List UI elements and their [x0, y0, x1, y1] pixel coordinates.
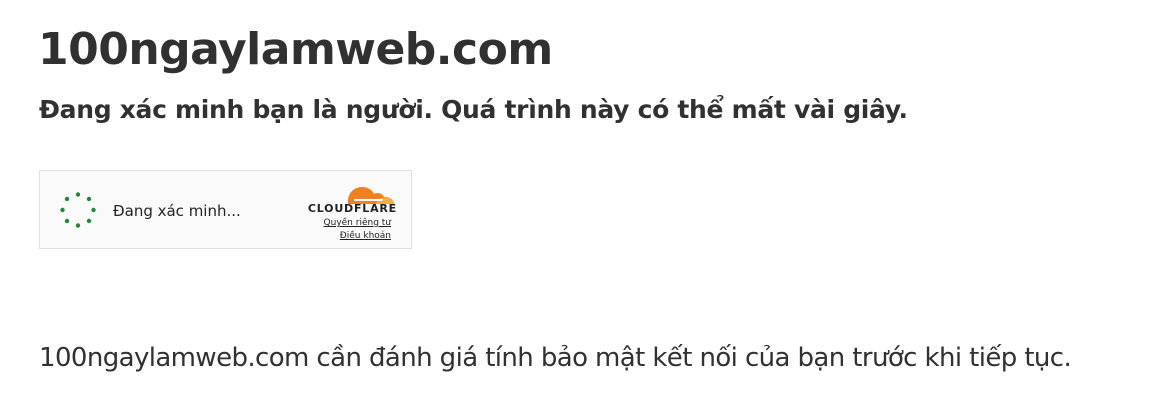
security-notice: 100ngaylamweb.com cần đánh giá tính bảo … — [39, 343, 1072, 373]
terms-link[interactable]: Điều khoản — [340, 231, 391, 242]
page-title: 100ngaylamweb.com — [38, 24, 553, 75]
verification-status-text: Đang xác minh... — [113, 202, 241, 220]
page-subtitle: Đang xác minh bạn là người. Quá trình nà… — [39, 95, 908, 124]
loading-spinner-icon — [60, 192, 96, 228]
privacy-link[interactable]: Quyền riêng tư — [324, 218, 391, 229]
cloudflare-wordmark: CLOUDFLARE — [307, 202, 397, 215]
verification-widget: Đang xác minh... CLOUDFLARE Quyền riêng … — [39, 170, 412, 249]
challenge-page: 100ngaylamweb.com Đang xác minh bạn là n… — [0, 0, 1167, 408]
